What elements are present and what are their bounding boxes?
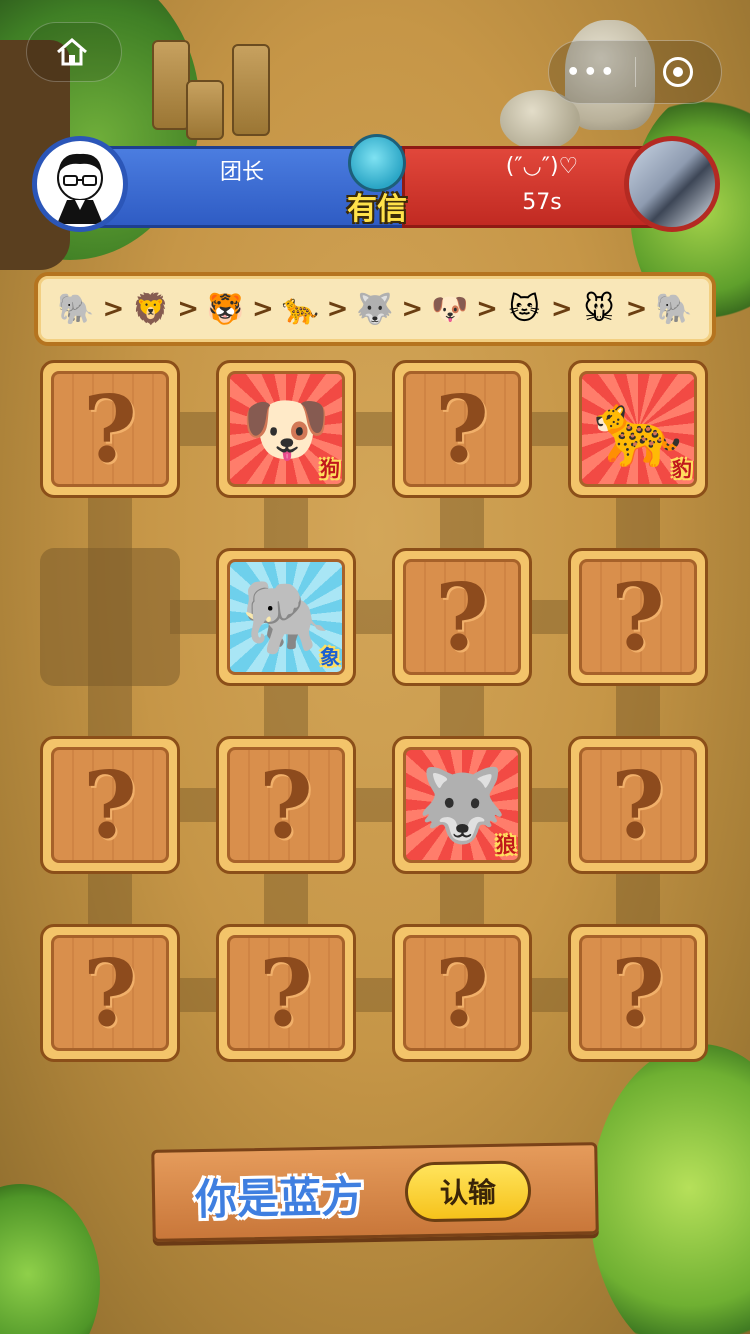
tile-face: ? xyxy=(51,747,169,863)
fence-post xyxy=(152,40,190,130)
tile-face: ? xyxy=(51,935,169,1051)
chevron-right-icon: > xyxy=(550,294,573,324)
team-label: 你是蓝方 xyxy=(194,1172,364,1225)
tile-face: ? xyxy=(579,935,697,1051)
chevron-right-icon: > xyxy=(326,294,349,324)
bush xyxy=(590,1044,750,1334)
versus-bar: 团长 (″◡″)♡ 57s 有信 xyxy=(32,134,720,232)
elephant-icon: 🐘 xyxy=(57,291,95,327)
tile-face: ? xyxy=(227,747,345,863)
chevron-right-icon: > xyxy=(625,294,648,324)
question-mark-icon: ? xyxy=(435,939,489,1047)
revealed-tile-elephant[interactable]: 🐘 象 xyxy=(216,548,356,686)
hidden-tile[interactable]: ? xyxy=(40,924,180,1062)
question-mark-icon: ? xyxy=(435,375,489,483)
revealed-tile-dog[interactable]: 🐶 狗 xyxy=(216,360,356,498)
hidden-tile[interactable]: ? xyxy=(392,924,532,1062)
chevron-right-icon: > xyxy=(401,294,424,324)
hidden-tile[interactable]: ? xyxy=(216,924,356,1062)
tile-face: ? xyxy=(403,371,521,487)
mascot-badge: 有信 xyxy=(322,134,432,234)
question-mark-icon: ? xyxy=(259,939,313,1047)
question-mark-icon: ? xyxy=(611,939,665,1047)
chevron-right-icon: > xyxy=(476,294,498,324)
tile-face: ? xyxy=(403,559,521,675)
tile-face: ? xyxy=(579,747,697,863)
chevron-right-icon: > xyxy=(251,294,274,324)
animal-tag: 象 xyxy=(320,645,340,669)
question-mark-icon: ? xyxy=(611,751,665,859)
tile-face: 🐺 狼 xyxy=(403,747,521,863)
fence-post xyxy=(232,44,270,136)
question-mark-icon: ? xyxy=(83,375,137,483)
bush xyxy=(0,1184,100,1334)
food-chain-bar: 🐘 > 🦁 > 🐯 > 🐆 > 🐺 > 🐶 > 🐱 > 🐭 > 🐘 xyxy=(34,272,716,346)
home-button[interactable] xyxy=(26,22,122,82)
question-mark-icon: ? xyxy=(83,939,137,1047)
animal-tag: 狗 xyxy=(320,457,340,481)
tile-face: ? xyxy=(227,935,345,1051)
revealed-tile-wolf[interactable]: 🐺 狼 xyxy=(392,736,532,874)
hidden-tile[interactable]: ? xyxy=(568,924,708,1062)
home-icon xyxy=(57,38,87,66)
empty-slot xyxy=(40,548,180,686)
question-mark-icon: ? xyxy=(611,563,665,671)
question-mark-icon: ? xyxy=(435,563,489,671)
red-player-avatar[interactable] xyxy=(624,136,720,232)
wolf-icon: 🐺 xyxy=(417,763,507,847)
lion-icon: 🦁 xyxy=(132,291,170,327)
leopard-icon: 🐆 xyxy=(281,291,319,327)
team-plank: 你是蓝方 认输 xyxy=(151,1142,599,1242)
hidden-tile[interactable]: ? xyxy=(568,736,708,874)
blue-player-avatar[interactable] xyxy=(32,136,128,232)
question-mark-icon: ? xyxy=(259,751,313,859)
mascot-label: 有信 xyxy=(347,192,407,227)
dog-icon: 🐶 xyxy=(430,291,469,327)
avatar-icon xyxy=(57,153,103,224)
hidden-tile[interactable]: ? xyxy=(568,548,708,686)
turn-timer: 57s xyxy=(522,190,562,215)
question-mark-icon: ? xyxy=(83,751,137,859)
hidden-tile[interactable]: ? xyxy=(216,736,356,874)
hidden-tile[interactable]: ? xyxy=(392,360,532,498)
chevron-right-icon: > xyxy=(177,294,199,324)
tile-face: ? xyxy=(51,371,169,487)
close-mini-program-button[interactable] xyxy=(636,41,722,103)
tile-face: ? xyxy=(579,559,697,675)
animal-tag: 豹 xyxy=(672,457,692,481)
elephant-icon: 🐘 xyxy=(655,291,693,327)
hidden-tile[interactable]: ? xyxy=(392,548,532,686)
chevron-right-icon: > xyxy=(102,294,125,324)
tile-face: 🐶 狗 xyxy=(227,371,345,487)
cat-icon: 🐱 xyxy=(508,291,541,327)
blue-player-name: 团长 xyxy=(219,160,264,185)
more-icon: ••• xyxy=(566,59,618,85)
hidden-tile[interactable]: ? xyxy=(40,736,180,874)
mini-program-capsule: ••• xyxy=(548,40,722,104)
red-player-name: (″◡″)♡ xyxy=(505,154,579,179)
tile-face: ? xyxy=(403,935,521,1051)
fence-post xyxy=(186,80,224,140)
tiger-icon: 🐯 xyxy=(206,291,245,327)
leopard-icon: 🐆 xyxy=(593,387,683,471)
dog-icon: 🐶 xyxy=(241,387,331,471)
mouse-icon: 🐭 xyxy=(583,291,615,327)
elephant-icon: 🐘 xyxy=(241,575,331,659)
hidden-tile[interactable]: ? xyxy=(40,360,180,498)
surrender-button[interactable]: 认输 xyxy=(404,1160,532,1223)
more-button[interactable]: ••• xyxy=(549,41,635,103)
animal-tag: 狼 xyxy=(496,833,516,857)
tile-face: 🐆 豹 xyxy=(579,371,697,487)
tile-face: 🐘 象 xyxy=(227,559,345,675)
revealed-tile-leopard[interactable]: 🐆 豹 xyxy=(568,360,708,498)
wolf-icon: 🐺 xyxy=(356,291,394,327)
target-icon xyxy=(663,57,694,87)
